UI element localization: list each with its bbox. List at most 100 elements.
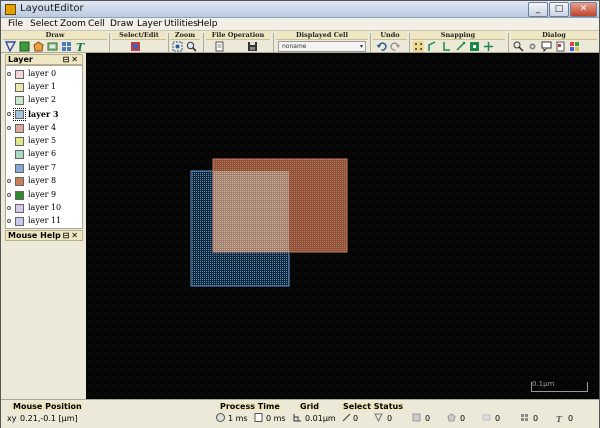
select-point-icon xyxy=(342,413,351,422)
layer-item-1[interactable]: layer 1 xyxy=(6,81,84,94)
toolbar-separator xyxy=(409,33,410,52)
process-time-render: 1 ms xyxy=(228,414,248,423)
layer-item-2[interactable]: layer 2 xyxy=(6,94,84,107)
svg-text:T: T xyxy=(76,41,85,52)
layer-color-swatch xyxy=(15,124,24,133)
select-edit-icon[interactable] xyxy=(130,41,141,52)
clock-icon xyxy=(216,413,225,422)
select-count-texts: 0 xyxy=(568,414,574,423)
layer-item-10[interactable]: layer 10 xyxy=(6,202,84,215)
page-icon xyxy=(254,413,263,422)
draw-polygon-icon[interactable] xyxy=(5,41,16,52)
draw-path-icon[interactable] xyxy=(47,41,58,52)
select-path-icon xyxy=(482,414,491,421)
draw-toolbar-label: Draw xyxy=(3,31,107,40)
snap-90-icon[interactable] xyxy=(441,41,452,52)
snap-point-icon[interactable] xyxy=(483,41,494,52)
layer-name: layer 0 xyxy=(28,69,57,78)
menu-zoom[interactable]: Zoom xyxy=(60,19,86,29)
menu-file[interactable]: File xyxy=(8,19,23,29)
menu-draw[interactable]: Draw xyxy=(110,19,134,29)
layer-item-9[interactable]: layer 9 xyxy=(6,189,84,202)
app-icon xyxy=(5,4,16,15)
visibility-icon[interactable] xyxy=(7,219,11,223)
save-file-icon[interactable] xyxy=(247,41,258,52)
snap-grid-icon[interactable] xyxy=(413,41,424,52)
layer-name: layer 10 xyxy=(28,203,62,212)
draw-box-icon[interactable] xyxy=(19,41,30,52)
redo-icon[interactable] xyxy=(390,41,401,52)
menu-help[interactable]: Help xyxy=(197,19,218,29)
layout-drawing xyxy=(190,158,348,287)
layout-canvas[interactable]: 0.1μm xyxy=(86,53,599,399)
draw-text-icon[interactable]: T xyxy=(75,41,86,52)
snap-any-icon[interactable] xyxy=(455,41,466,52)
layer-item-8[interactable]: layer 8 xyxy=(6,175,84,188)
select-count-boxes: 0 xyxy=(425,414,431,423)
open-file-icon[interactable] xyxy=(214,41,225,52)
layer-item-4[interactable]: layer 4 xyxy=(6,122,84,135)
app-window: LayoutEditor _ □ ✕ File Select Zoom Cell… xyxy=(0,0,600,428)
snap-edge-icon[interactable] xyxy=(469,41,480,52)
chevron-down-icon: ▾ xyxy=(359,43,363,50)
layer-color-swatch xyxy=(15,83,24,92)
menu-layer[interactable]: Layer xyxy=(137,19,162,29)
visibility-icon[interactable] xyxy=(7,193,11,197)
zoom-toolbar: Zoom xyxy=(170,31,200,53)
visibility-icon[interactable] xyxy=(7,206,11,210)
layer-item-11[interactable]: layer 11 xyxy=(6,215,84,228)
visibility-icon[interactable] xyxy=(7,72,11,76)
layer-item-6[interactable]: layer 6 xyxy=(6,148,84,161)
dialog-toolbar: Dialog xyxy=(511,31,597,53)
layer-name: layer 6 xyxy=(28,149,57,158)
menu-select[interactable]: Select xyxy=(30,19,58,29)
select-cellref-icon xyxy=(521,414,528,421)
close-button[interactable]: ✕ xyxy=(570,2,597,17)
mouse-help-title-text: Mouse Help xyxy=(8,231,61,240)
layer-color-swatch xyxy=(13,108,26,121)
document-icon[interactable] xyxy=(555,41,566,52)
toolbar-separator xyxy=(168,33,169,52)
select-edit-toolbar-label: Select/Edit xyxy=(112,31,166,40)
select-status-label: Select Status xyxy=(341,402,405,411)
undo-icon[interactable] xyxy=(376,41,387,52)
draw-circle-icon[interactable] xyxy=(33,41,44,52)
menu-utilities[interactable]: Utilities xyxy=(164,19,198,29)
displayed-cell-select[interactable]: noname ▾ xyxy=(278,41,366,52)
select-count-polygons: 0 xyxy=(387,414,393,423)
undo-toolbar: Undo xyxy=(373,31,407,53)
visibility-icon[interactable] xyxy=(7,126,11,130)
title-bar: LayoutEditor _ □ ✕ xyxy=(1,1,599,18)
comment-icon[interactable] xyxy=(541,41,552,52)
layer-color-swatch xyxy=(15,217,24,226)
layer-panel-title: Layer ⊟✕ xyxy=(5,54,83,65)
menu-cell[interactable]: Cell xyxy=(88,19,105,29)
maximize-button[interactable]: □ xyxy=(549,2,569,17)
status-bar: Mouse Position xy 0.21,-0.1 [μm] Process… xyxy=(1,399,599,428)
visibility-icon[interactable] xyxy=(7,112,11,116)
properties-icon[interactable] xyxy=(513,41,524,52)
layer-panel-dock-buttons[interactable]: ⊟✕ xyxy=(63,55,80,64)
draw-cellref-icon[interactable] xyxy=(61,41,72,52)
toolbar-separator xyxy=(508,33,509,52)
dialog-toolbar-label: Dialog xyxy=(511,31,597,40)
layer-item-5[interactable]: layer 5 xyxy=(6,135,84,148)
layer-color-swatch xyxy=(15,164,24,173)
layer-color-swatch xyxy=(15,137,24,146)
zoom-magnifier-icon[interactable] xyxy=(186,41,197,52)
layer-item-3[interactable]: layer 3 xyxy=(6,108,84,121)
visibility-icon[interactable] xyxy=(7,179,11,183)
undo-toolbar-label: Undo xyxy=(373,31,407,40)
draw-toolbar: Draw T xyxy=(3,31,107,53)
settings-icon[interactable] xyxy=(527,41,538,52)
snap-45-icon[interactable] xyxy=(427,41,438,52)
window-title: LayoutEditor xyxy=(20,3,84,14)
zoom-fit-icon[interactable] xyxy=(172,41,183,52)
minimize-button[interactable]: _ xyxy=(528,2,548,17)
layer-item-7[interactable]: layer 7 xyxy=(6,162,84,175)
select-count-points: 0 xyxy=(353,414,359,423)
layer-color-swatch xyxy=(15,96,24,105)
palette-icon[interactable] xyxy=(569,41,580,52)
layer-item-0[interactable]: layer 0 xyxy=(6,68,84,81)
mouse-help-dock-buttons[interactable]: ⊟✕ xyxy=(63,231,80,240)
